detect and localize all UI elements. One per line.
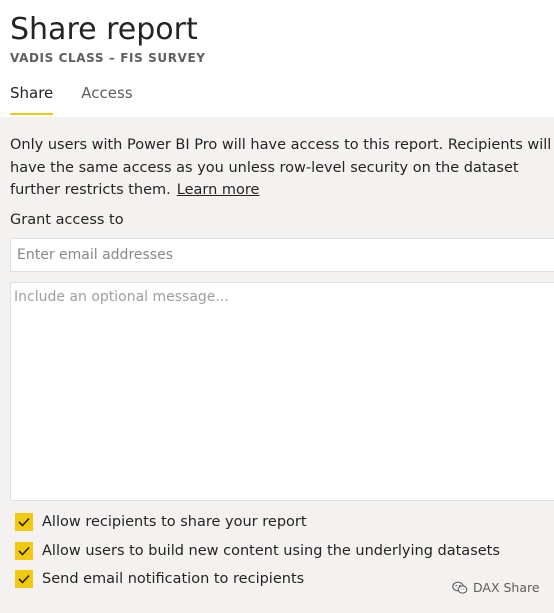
- option-allow-build[interactable]: Allow users to build new content using t…: [15, 541, 500, 561]
- message-input[interactable]: [10, 282, 554, 501]
- checkmark-icon: [18, 546, 30, 556]
- learn-more-link[interactable]: Learn more: [177, 182, 260, 198]
- report-subtitle: VADIS CLASS – FIS SURVEY: [10, 51, 206, 65]
- allow-reshare-label: Allow recipients to share your report: [42, 514, 307, 530]
- share-options: Allow recipients to share your report Al…: [15, 512, 500, 598]
- tab-access[interactable]: Access: [81, 80, 132, 117]
- page-title: Share report: [10, 12, 198, 47]
- allow-build-checkbox[interactable]: [15, 541, 33, 560]
- allow-reshare-checkbox[interactable]: [15, 513, 33, 531]
- watermark-text: DAX Share: [473, 580, 540, 595]
- send-email-checkbox[interactable]: [15, 570, 33, 588]
- allow-build-label: Allow users to build new content using t…: [42, 542, 500, 559]
- checkmark-icon: [18, 574, 30, 584]
- tab-bar: Share Access: [10, 80, 161, 117]
- description-text: Only users with Power BI Pro will have a…: [10, 137, 552, 198]
- access-description: Only users with Power BI Pro will have a…: [10, 134, 554, 202]
- email-input[interactable]: [10, 238, 554, 272]
- dialog-header: Share report VADIS CLASS – FIS SURVEY Sh…: [0, 0, 554, 117]
- option-send-email[interactable]: Send email notification to recipients: [15, 569, 500, 589]
- send-email-label: Send email notification to recipients: [42, 571, 305, 587]
- tab-share[interactable]: Share: [10, 80, 54, 117]
- option-allow-reshare[interactable]: Allow recipients to share your report: [15, 512, 500, 532]
- watermark: DAX Share: [452, 580, 540, 595]
- checkmark-icon: [18, 517, 30, 527]
- wechat-icon: [452, 581, 468, 594]
- grant-access-label: Grant access to: [10, 212, 124, 228]
